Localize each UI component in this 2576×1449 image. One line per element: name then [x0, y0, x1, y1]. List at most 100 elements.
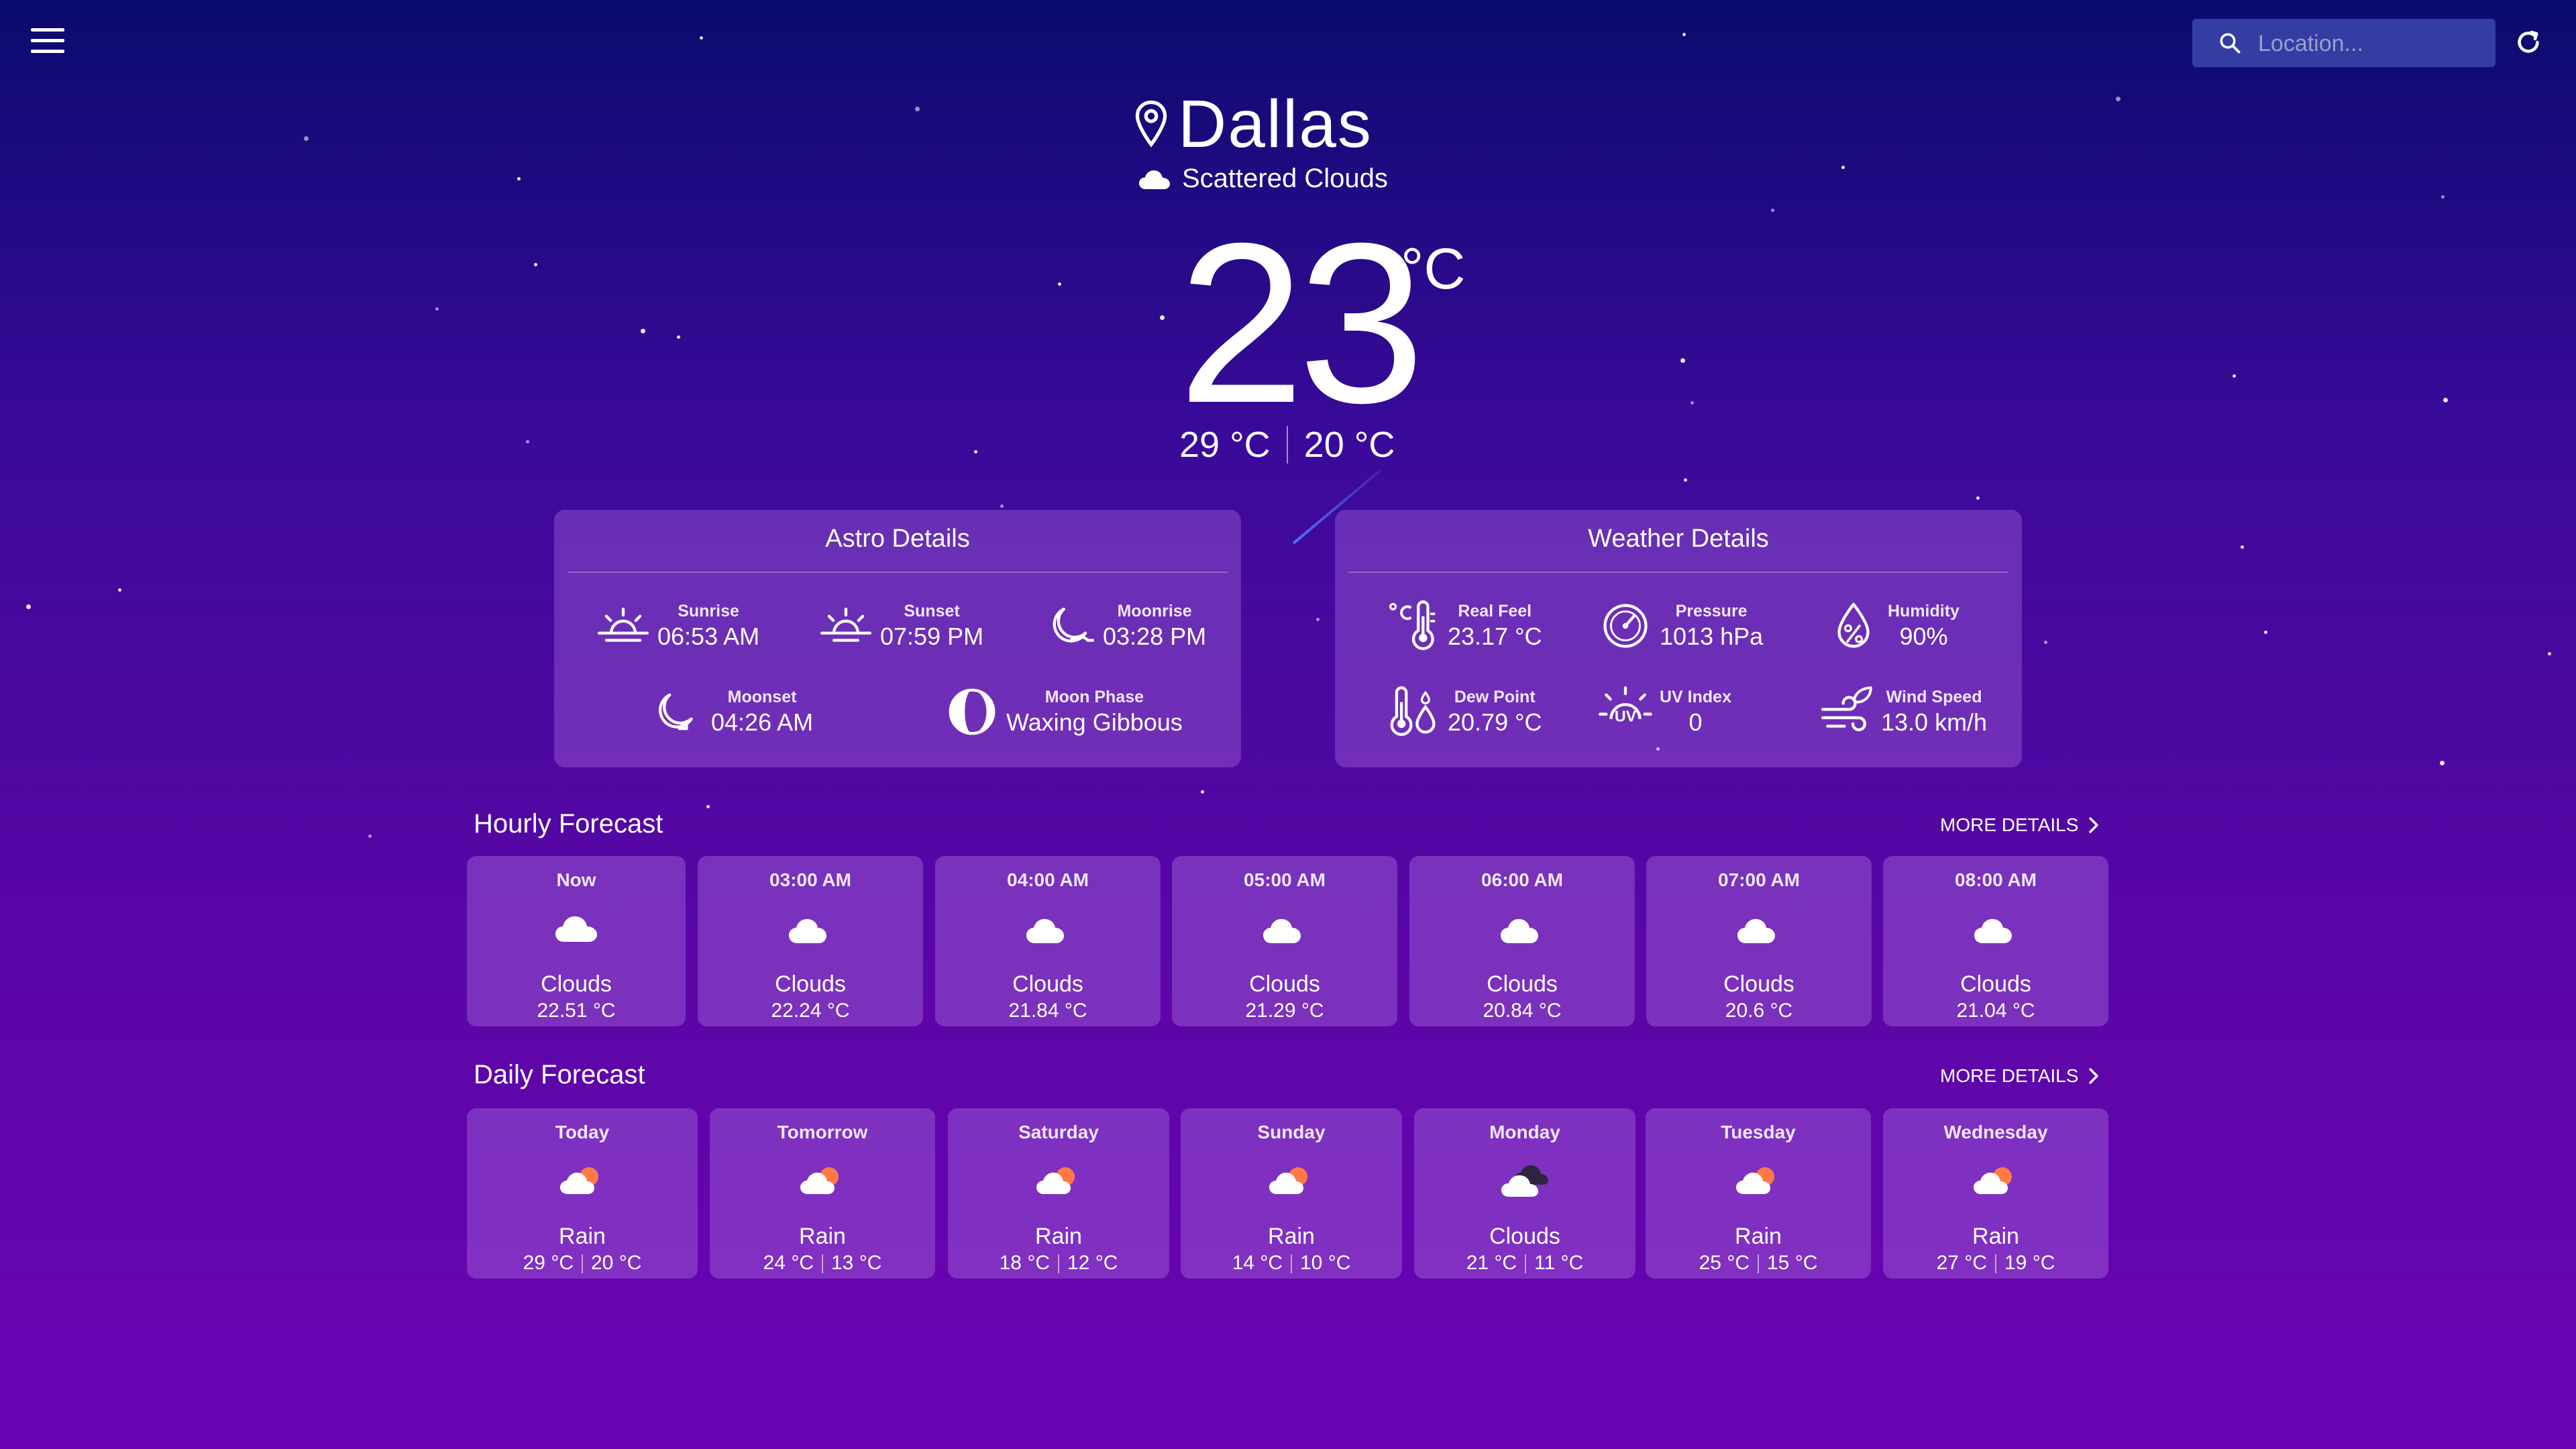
moonrise-label: Moonrise [1117, 601, 1192, 621]
night-cloud-icon [1495, 908, 1549, 949]
hourly-forecast-title: 08:00 AM [1955, 869, 2037, 890]
location-pin-icon [1135, 100, 1167, 148]
location-search[interactable] [2192, 19, 2496, 68]
star [1684, 478, 1687, 482]
cloud-icon [549, 908, 603, 949]
hourly-forecast-card[interactable]: 06:00 AM Clouds 20.84 °C [1409, 856, 1635, 1026]
pressure-item: Pressure 1013 hPa [1597, 597, 1763, 655]
hourly-forecast-description: Clouds [775, 971, 846, 997]
star [974, 450, 977, 453]
hourly-forecast-card[interactable]: 05:00 AM Clouds 21.29 °C [1172, 856, 1397, 1026]
daily-forecast-card[interactable]: Tomorrow Rain 24 °C 13 °C [710, 1108, 935, 1279]
daily-forecast-description: Rain [1972, 1224, 2019, 1249]
star [2264, 631, 2267, 634]
sun-cloud-icon [1969, 1161, 2023, 1201]
star [1201, 790, 1204, 794]
uv-index-icon: UV [1599, 686, 1652, 724]
daily-forecast-temperature: 29 °C 20 °C [523, 1252, 642, 1274]
wind-item: Wind Speed 13.0 km/h [1818, 683, 1987, 741]
refresh-icon[interactable] [2513, 27, 2544, 58]
high-temp: 29 °C [1179, 425, 1271, 465]
hourly-forecast-description: Clouds [1012, 971, 1083, 997]
uv-value: 0 [1688, 708, 1703, 736]
sunrise-icon [598, 607, 649, 642]
daily-forecast-title: Tuesday [1721, 1122, 1796, 1142]
dewpoint-value: 20.79 °C [1448, 708, 1542, 736]
hourly-forecast-description: Clouds [1723, 971, 1794, 997]
condition-text: Scattered Clouds [1182, 164, 1388, 193]
sun-cloud-icon [555, 1161, 609, 1201]
daily-forecast-temperature: 27 °C 19 °C [1936, 1252, 2055, 1274]
sun-cloud-icon [1731, 1161, 1785, 1201]
hourly-forecast-temperature: 20.84 °C [1483, 1000, 1562, 1022]
star [915, 107, 920, 111]
hourly-forecast-card[interactable]: Now Clouds 22.51 °C [467, 856, 686, 1026]
hourly-forecast-card[interactable]: 03:00 AM Clouds 22.24 °C [698, 856, 923, 1026]
chevron-right-icon [2089, 817, 2099, 833]
daily-forecast-title: Wednesday [1943, 1122, 2048, 1142]
low-temp: 20 °C [1303, 425, 1395, 465]
star [26, 604, 31, 609]
sunrise-label: Sunrise [678, 601, 739, 621]
hourly-forecast-title: Hourly Forecast [474, 809, 663, 839]
current-temperature: 23 [1178, 196, 1425, 451]
moonphase-value: Waxing Gibbous [1006, 708, 1183, 736]
daily-forecast-card[interactable]: Monday Clouds 21 °C 11 °C [1414, 1108, 1635, 1279]
star [534, 263, 537, 266]
hourly-forecast-card[interactable]: 07:00 AM Clouds 20.6 °C [1646, 856, 1872, 1026]
hourly-forecast-card[interactable]: 04:00 AM Clouds 21.84 °C [935, 856, 1161, 1026]
wind-value: 13.0 km/h [1881, 708, 1988, 736]
star [517, 177, 521, 180]
daily-more-label: MORE DETAILS [1940, 1065, 2079, 1086]
hourly-forecast-title: 03:00 AM [769, 869, 851, 890]
sunset-item: Sunset 07:59 PM [817, 597, 983, 655]
star [700, 36, 703, 40]
daily-forecast-title: Today [555, 1122, 610, 1142]
thermometer-celsius-icon [1389, 600, 1436, 651]
location-input[interactable] [2257, 19, 2481, 68]
star [368, 835, 372, 838]
city-header: Dallas [1134, 87, 1373, 162]
svg-text:UV: UV [1615, 707, 1637, 724]
star [1682, 33, 1686, 36]
hourly-forecast-description: Clouds [1487, 971, 1558, 997]
realfeel-item: Real Feel 23.17 °C [1385, 597, 1542, 655]
star [1841, 166, 1845, 169]
star [1058, 282, 1061, 286]
humidity-label: Humidity [1888, 601, 1960, 621]
sunset-label: Sunset [904, 601, 960, 621]
daily-forecast-temperature: 14 °C 10 °C [1232, 1252, 1351, 1274]
menu-button[interactable] [31, 28, 64, 55]
realfeel-value: 23.17 °C [1448, 622, 1542, 650]
daily-more-details-link[interactable]: MORE DETAILS [1940, 1065, 2100, 1087]
search-icon [2220, 33, 2241, 54]
daily-forecast-card[interactable]: Today Rain 29 °C 20 °C [467, 1108, 698, 1279]
star [435, 307, 439, 311]
wind-label: Wind Speed [1886, 687, 1982, 706]
daily-forecast-card[interactable]: Tuesday Rain 25 °C 15 °C [1646, 1108, 1871, 1279]
dew-point-icon [1390, 686, 1436, 737]
daily-forecast-card[interactable]: Saturday Rain 18 °C 12 °C [948, 1108, 1169, 1279]
star [526, 440, 529, 443]
star [641, 329, 645, 333]
wind-icon [1821, 686, 1872, 731]
star [2116, 97, 2121, 101]
sun-cloud-icon [796, 1161, 849, 1201]
star [1680, 358, 1685, 363]
daily-forecast-card[interactable]: Sunday Rain 14 °C 10 °C [1181, 1108, 1402, 1279]
star [304, 136, 309, 141]
dark-clouds-icon [1498, 1161, 1552, 1201]
moonphase-label: Moon Phase [1044, 687, 1144, 706]
hourly-forecast-title: 05:00 AM [1244, 869, 1326, 890]
hourly-forecast-temperature: 21.29 °C [1245, 1000, 1324, 1022]
hourly-more-details-link[interactable]: MORE DETAILS [1940, 814, 2100, 836]
daily-forecast-temperature: 24 °C 13 °C [763, 1252, 882, 1274]
hourly-forecast-temperature: 21.84 °C [1008, 1000, 1087, 1022]
hourly-forecast-card[interactable]: 08:00 AM Clouds 21.04 °C [1883, 856, 2108, 1026]
daily-forecast-temperature: 25 °C 15 °C [1699, 1252, 1818, 1274]
daily-forecast-card[interactable]: Wednesday Rain 27 °C 19 °C [1883, 1108, 2108, 1279]
dewpoint-label: Dew Point [1454, 687, 1536, 706]
star [1160, 315, 1165, 320]
daily-forecast-temperature: 18 °C 12 °C [999, 1252, 1118, 1274]
hourly-forecast-description: Clouds [541, 971, 612, 997]
